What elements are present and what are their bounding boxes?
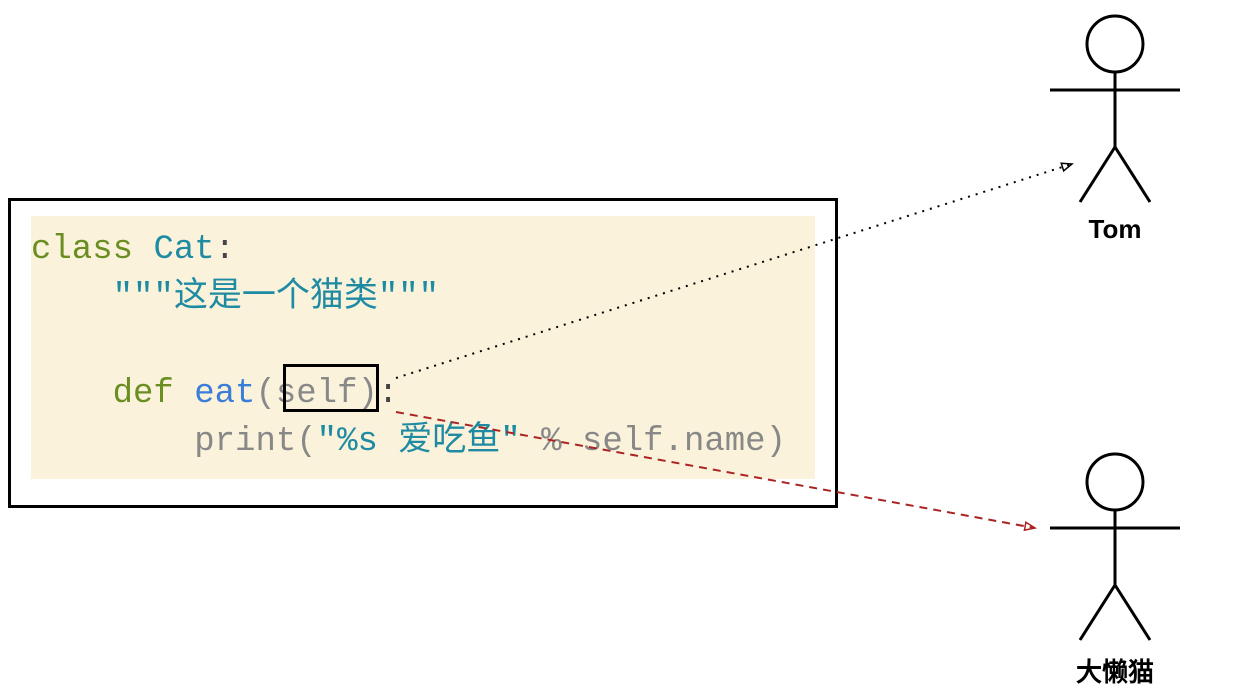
code-container: class Cat: """这是一个猫类""" def eat(self): p… [8, 198, 838, 508]
code-content: class Cat: """这是一个猫类""" def eat(self): p… [31, 226, 786, 466]
paren-open-2: ( [296, 423, 316, 461]
paren-close-2: ) [766, 423, 786, 461]
paren-open: ( [255, 375, 275, 413]
tom-label: Tom [1035, 214, 1195, 245]
keyword-class: class [31, 231, 133, 269]
stick-figure-tom: Tom [1035, 12, 1195, 245]
function-name: eat [194, 375, 255, 413]
colon-2: : [378, 375, 398, 413]
paren-close: ) [358, 375, 378, 413]
stick-figure-icon [1035, 12, 1195, 207]
param-self: self [276, 375, 358, 413]
string-literal: "%s 爱吃鱼" [317, 423, 521, 461]
percent-op: % [521, 423, 582, 461]
keyword-def: def [113, 375, 174, 413]
colon: : [215, 231, 235, 269]
stick-figure-lazy-cat: 大懒猫 [1035, 450, 1195, 689]
docstring: """这是一个猫类""" [113, 279, 439, 317]
print-call: print [194, 423, 296, 461]
stick-figure-icon [1035, 450, 1195, 645]
lazy-cat-label: 大懒猫 [1035, 652, 1195, 689]
class-name: Cat [153, 231, 214, 269]
self-attr: self.name [582, 423, 766, 461]
